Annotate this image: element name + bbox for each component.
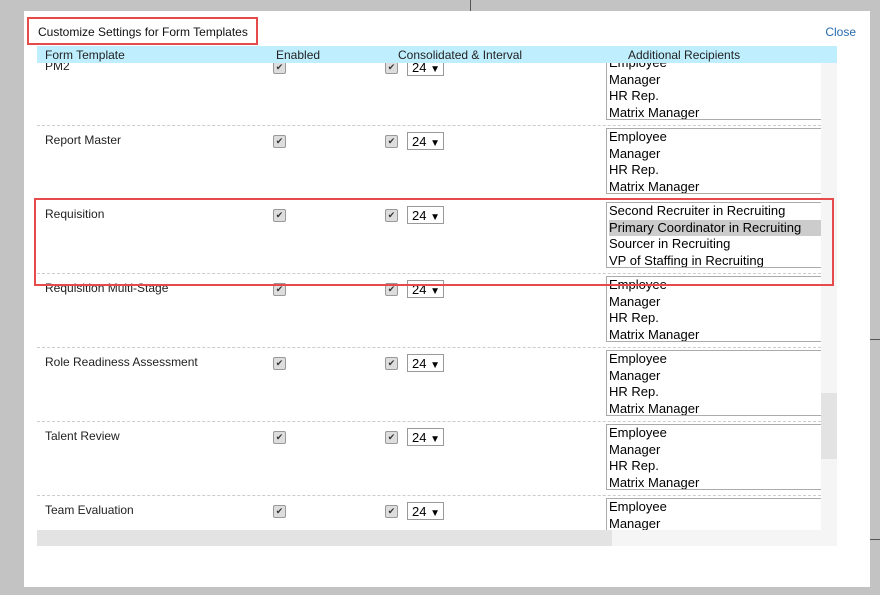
vertical-scrollbar[interactable]: [821, 63, 837, 530]
form-template-name: Report Master: [45, 133, 122, 147]
recipient-option[interactable]: Manager: [609, 294, 821, 311]
dropdown-arrow-icon: ▼: [430, 360, 440, 371]
consolidated-checkbox[interactable]: ✔: [385, 63, 398, 74]
horizontal-scrollbar[interactable]: [37, 530, 821, 546]
column-header-enabled: Enabled: [276, 48, 321, 62]
recipients-listbox[interactable]: EmployeeManagerHR Rep.Matrix Manager: [606, 498, 821, 530]
interval-value: 24: [412, 63, 427, 75]
background-divider: [470, 0, 471, 11]
table-row: Report Master ✔ ✔ 24 ▼ Employee Manager HR…: [37, 125, 821, 200]
consolidated-checkbox[interactable]: ✔: [385, 505, 398, 518]
highlight-requisition-row: [34, 198, 834, 286]
recipient-option[interactable]: Manager: [609, 516, 821, 531]
recipient-option[interactable]: HR Rep.: [609, 384, 821, 401]
recipient-option[interactable]: Manager: [609, 442, 821, 459]
recipient-option[interactable]: Matrix Manager: [609, 401, 821, 416]
recipient-option[interactable]: HR Rep.: [609, 162, 821, 179]
close-link[interactable]: Close: [825, 25, 856, 39]
table-header: Form Template Enabled Consolidated & Int…: [37, 46, 837, 63]
recipients-listbox[interactable]: EmployeeManagerHR Rep.Matrix Manager: [606, 128, 821, 194]
scrollbar-thumb[interactable]: [821, 393, 837, 459]
recipient-option[interactable]: Matrix Manager: [609, 179, 821, 194]
interval-select[interactable]: 24 ▼: [407, 132, 444, 150]
column-header-consolidated: Consolidated & Interval: [398, 48, 523, 62]
form-template-name: Team Evaluation: [45, 503, 134, 517]
consolidated-checkbox[interactable]: ✔: [385, 431, 398, 444]
recipient-option[interactable]: Matrix Manager: [609, 105, 821, 120]
dropdown-arrow-icon: ▼: [430, 508, 440, 519]
interval-value: 24: [412, 430, 427, 445]
form-template-name: Talent Review: [45, 429, 120, 443]
table-row: PM2 ✔ ✔ 24 ▼ EmployeeManagerHR Rep.Matri…: [37, 63, 821, 126]
dropdown-arrow-icon: ▼: [430, 434, 440, 445]
recipients-listbox[interactable]: EmployeeManagerHR Rep.Matrix Manager: [606, 63, 821, 120]
enabled-checkbox[interactable]: ✔: [273, 135, 286, 148]
column-header-recipients: Additional Recipients: [628, 48, 741, 62]
recipient-option[interactable]: Manager: [609, 368, 821, 385]
dropdown-arrow-icon: ▼: [430, 64, 440, 75]
interval-value: 24: [412, 504, 427, 519]
recipient-option[interactable]: Employee: [609, 129, 821, 146]
recipient-option[interactable]: HR Rep.: [609, 458, 821, 475]
consolidated-checkbox[interactable]: ✔: [385, 357, 398, 370]
interval-value: 24: [412, 356, 427, 371]
enabled-checkbox[interactable]: ✔: [273, 505, 286, 518]
recipient-option[interactable]: Manager: [609, 146, 821, 163]
recipient-option[interactable]: Employee: [609, 425, 821, 442]
recipient-option[interactable]: Employee: [609, 351, 821, 368]
dropdown-arrow-icon: ▼: [430, 138, 440, 149]
background-divider: [870, 339, 880, 340]
table-body: PM2 ✔ ✔ 24 ▼ EmployeeManagerHR Rep.Matri…: [37, 63, 821, 530]
form-template-name: PM2: [45, 63, 70, 73]
interval-select[interactable]: 24 ▼: [407, 428, 444, 446]
highlight-title: [27, 17, 258, 45]
enabled-checkbox[interactable]: ✔: [273, 63, 286, 74]
interval-select[interactable]: 24 ▼: [407, 354, 444, 372]
dropdown-arrow-icon: ▼: [430, 286, 440, 297]
recipient-option[interactable]: Employee: [609, 499, 821, 516]
consolidated-checkbox[interactable]: ✔: [385, 135, 398, 148]
enabled-checkbox[interactable]: ✔: [273, 357, 286, 370]
recipient-option[interactable]: Matrix Manager: [609, 475, 821, 490]
interval-value: 24: [412, 134, 427, 149]
recipients-listbox[interactable]: EmployeeManagerHR Rep.Matrix Manager: [606, 350, 821, 416]
recipient-option[interactable]: Manager: [609, 72, 821, 89]
table-row: Team Evaluation ✔ ✔ 24 ▼ Employee Manager…: [37, 495, 821, 530]
scrollbar-thumb[interactable]: [37, 530, 612, 546]
recipient-option[interactable]: Employee: [609, 63, 821, 72]
table-row: Talent Review ✔ ✔ 24 ▼ Employee Manager HR…: [37, 421, 821, 496]
recipient-option[interactable]: Matrix Manager: [609, 327, 821, 342]
customize-settings-dialog: Customize Settings for Form Templates Cl…: [24, 11, 870, 587]
interval-select[interactable]: 24 ▼: [407, 63, 444, 76]
recipient-option[interactable]: HR Rep.: [609, 88, 821, 105]
column-header-form-template: Form Template: [45, 48, 125, 62]
enabled-checkbox[interactable]: ✔: [273, 431, 286, 444]
form-template-name: Role Readiness Assessment: [45, 355, 198, 369]
recipients-listbox[interactable]: EmployeeManagerHR Rep.Matrix Manager: [606, 424, 821, 490]
interval-select[interactable]: 24 ▼: [407, 502, 444, 520]
background-divider: [870, 539, 880, 540]
form-templates-table: Form Template Enabled Consolidated & Int…: [37, 46, 837, 546]
table-row: Role Readiness Assessment ✔ ✔ 24 ▼ Emplo…: [37, 347, 821, 422]
recipient-option[interactable]: HR Rep.: [609, 310, 821, 327]
